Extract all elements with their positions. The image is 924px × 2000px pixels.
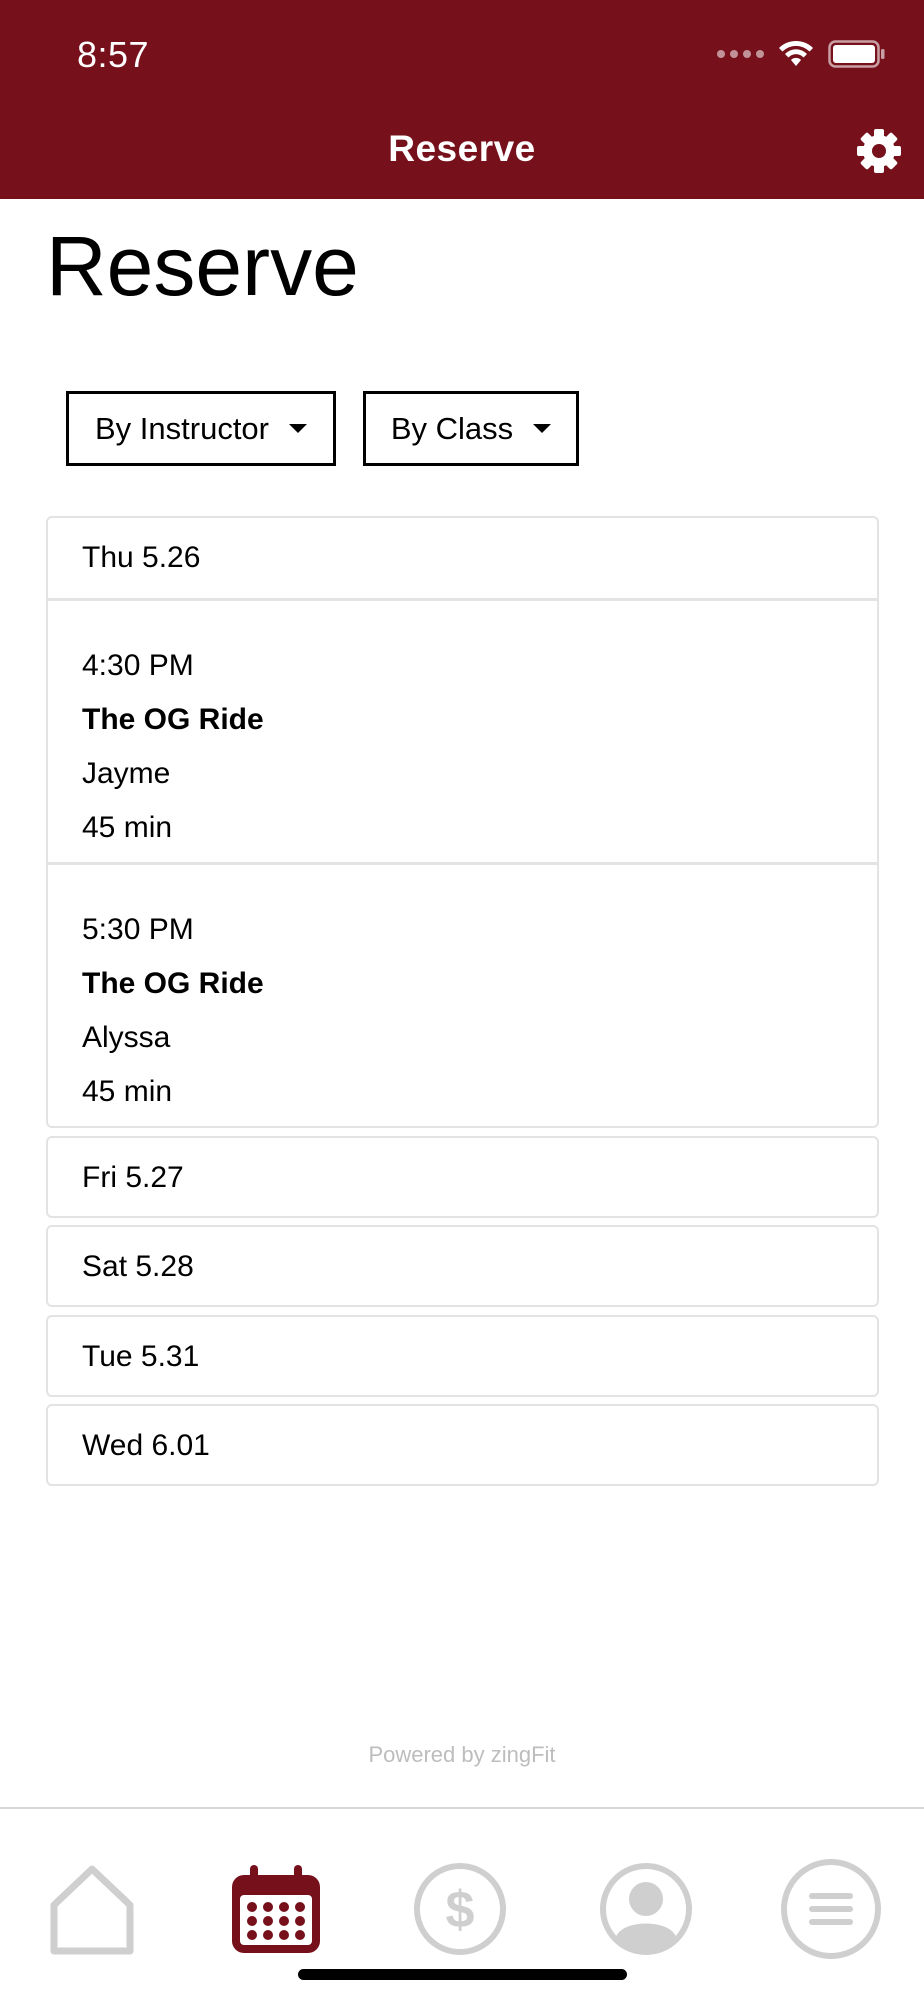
day-section[interactable]: Fri 5.27 bbox=[46, 1136, 879, 1218]
battery-icon bbox=[828, 40, 885, 68]
dollar-icon: $ bbox=[414, 1863, 506, 1955]
header-title: Reserve bbox=[388, 128, 536, 169]
home-indicator[interactable] bbox=[298, 1969, 627, 1980]
day-header: Sat 5.28 bbox=[82, 1250, 194, 1283]
class-instructor: Alyssa bbox=[82, 1021, 171, 1054]
class-item[interactable]: 5:30 PM The OG Ride Alyssa 45 min bbox=[48, 862, 877, 1126]
wifi-icon bbox=[779, 40, 813, 66]
day-section[interactable]: Tue 5.31 bbox=[46, 1315, 879, 1397]
by-instructor-dropdown[interactable]: By Instructor bbox=[66, 391, 336, 466]
day-section[interactable]: Wed 6.01 bbox=[46, 1404, 879, 1486]
day-header: Fri 5.27 bbox=[82, 1161, 184, 1194]
page-title: Reserve bbox=[46, 219, 359, 313]
caret-down-icon bbox=[533, 424, 552, 433]
day-section: Thu 5.26 4:30 PM The OG Ride Jayme 45 mi… bbox=[46, 516, 879, 1128]
tab-menu[interactable] bbox=[776, 1854, 886, 1964]
menu-icon bbox=[781, 1859, 881, 1959]
day-header[interactable]: Thu 5.26 bbox=[48, 518, 877, 598]
dropdown-label: By Class bbox=[390, 410, 514, 446]
gear-icon bbox=[857, 129, 901, 173]
app-header: 8:57 Reserve bbox=[0, 0, 924, 199]
signal-icon bbox=[717, 50, 764, 58]
status-icons bbox=[717, 40, 886, 68]
home-icon bbox=[50, 1865, 134, 1955]
tab-profile[interactable] bbox=[591, 1854, 701, 1964]
tab-home[interactable] bbox=[37, 1854, 147, 1964]
svg-text:$: $ bbox=[446, 1881, 475, 1939]
class-time: 5:30 PM bbox=[82, 913, 194, 946]
class-duration: 45 min bbox=[82, 1075, 173, 1108]
powered-by-text: Powered by zingFit bbox=[368, 1742, 556, 1767]
settings-button[interactable] bbox=[854, 126, 904, 176]
by-class-dropdown[interactable]: By Class bbox=[363, 391, 579, 466]
user-icon bbox=[600, 1863, 692, 1955]
day-section[interactable]: Sat 5.28 bbox=[46, 1225, 879, 1307]
class-time: 4:30 PM bbox=[82, 649, 194, 682]
caret-down-icon bbox=[289, 424, 307, 433]
class-name: The OG Ride bbox=[82, 967, 264, 1000]
class-instructor: Jayme bbox=[82, 757, 171, 790]
calendar-icon bbox=[232, 1865, 320, 1953]
class-name: The OG Ride bbox=[82, 703, 264, 736]
dropdown-label: By Instructor bbox=[95, 410, 269, 446]
class-item[interactable]: 4:30 PM The OG Ride Jayme 45 min bbox=[48, 598, 877, 862]
class-duration: 45 min bbox=[82, 811, 173, 844]
status-time: 8:57 bbox=[77, 34, 150, 75]
day-header: Tue 5.31 bbox=[82, 1340, 200, 1373]
day-header: Wed 6.01 bbox=[82, 1429, 210, 1462]
tab-pricing[interactable]: $ bbox=[405, 1854, 515, 1964]
tab-reserve[interactable] bbox=[221, 1854, 331, 1964]
